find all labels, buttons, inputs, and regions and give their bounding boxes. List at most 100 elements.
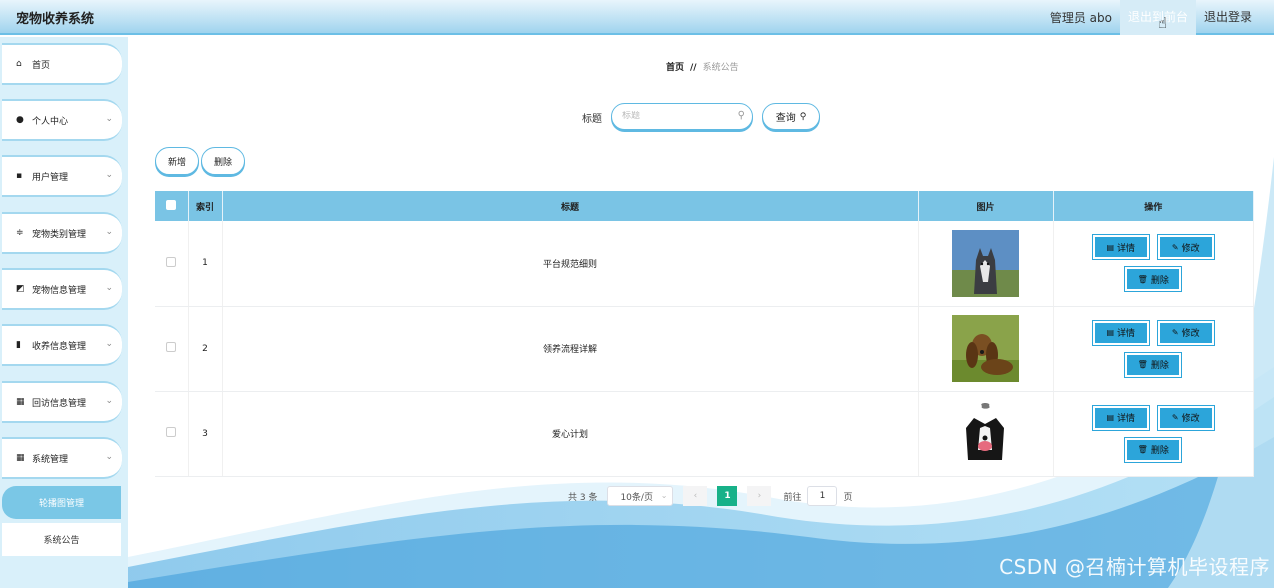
grid-icon: ▦ xyxy=(16,453,25,463)
sidebar-item-adoption-info[interactable]: ▮ 收养信息管理 ⌄ xyxy=(2,324,122,366)
row-actions-cell: ▤ 详情 ✎ 修改 🗑︎ 删除 xyxy=(1053,391,1254,477)
row-checkbox[interactable] xyxy=(166,256,177,267)
app-title: 宠物收养系统 xyxy=(16,12,95,27)
breadcrumb-home[interactable]: 首页 xyxy=(666,63,684,73)
table-row: 2 领养流程详解 ▤ 详情 ✎ 修改 🗑︎ 删除 xyxy=(155,306,1254,392)
row-actions-cell: ▤ 详情 ✎ 修改 🗑︎ 删除 xyxy=(1053,306,1254,392)
row-select-cell xyxy=(155,221,189,307)
pencil-icon: ✎ xyxy=(1171,242,1179,252)
pencil-icon: ✎ xyxy=(1171,413,1179,422)
detail-button[interactable]: ▤ 详情 xyxy=(1091,404,1150,431)
sidebar-subitem-carousel[interactable]: 轮播图管理 xyxy=(2,486,121,519)
sliders-icon: ≑ xyxy=(16,228,24,238)
select-all-checkbox[interactable] xyxy=(166,199,177,210)
batch-delete-button[interactable]: 删除 xyxy=(201,147,245,175)
row-checkbox[interactable] xyxy=(166,427,177,437)
edit-label: 修改 xyxy=(1181,414,1200,424)
pagination: 共 3 条 10条/页 ⌄ ‹ 1 › 前往 1 页 xyxy=(568,486,852,506)
table-row: 3 爱心计划 ▤ 详情 ✎ 修改 🗑︎ 删除 xyxy=(155,391,1254,477)
search-box[interactable]: ⚲ xyxy=(611,103,753,130)
pagination-total: 共 3 条 xyxy=(568,492,598,503)
trash-icon: 🗑︎ xyxy=(1137,360,1148,369)
row-index: 3 xyxy=(188,391,223,477)
row-image-cell xyxy=(918,391,1054,477)
document-icon: ▤ xyxy=(1106,328,1115,337)
detail-label: 详情 xyxy=(1117,329,1136,339)
delete-button[interactable]: 🗑︎ 删除 xyxy=(1124,351,1183,378)
goto-label: 前往 xyxy=(783,492,802,503)
edit-button[interactable]: ✎ 修改 xyxy=(1156,234,1215,261)
delete-label: 删除 xyxy=(1150,361,1169,371)
hand-cursor-icon: ☝ xyxy=(1158,14,1168,32)
breadcrumb-current: 系统公告 xyxy=(702,63,739,73)
sidebar-item-label: 系统管理 xyxy=(32,454,69,465)
sidebar-item-pet-category[interactable]: ≑ 宠物类别管理 ⌄ xyxy=(2,212,122,254)
add-button[interactable]: 新增 xyxy=(155,147,199,175)
page-suffix: 页 xyxy=(843,492,853,503)
sidebar-item-system-management[interactable]: ▦ 系统管理 ⌄ xyxy=(2,437,122,479)
chevron-down-icon: ⌄ xyxy=(105,283,113,293)
sidebar: ⌂ 首页 ● 个人中心 ⌄ ▪ 用户管理 ⌄ ≑ 宠物类别管理 ⌄ ◩ 宠物信息… xyxy=(0,37,128,588)
column-header-title: 标题 xyxy=(222,191,919,221)
detail-button[interactable]: ▤ 详情 xyxy=(1091,319,1150,346)
query-button[interactable]: 查询 ⚲ xyxy=(762,103,820,130)
select-all-header xyxy=(155,191,189,221)
sidebar-subitem-announcement[interactable]: 系统公告 xyxy=(2,523,121,556)
sidebar-item-visit-info[interactable]: ▦ 回访信息管理 ⌄ xyxy=(2,381,122,423)
row-actions-cell: ▤ 详情 ✎ 修改 🗑︎ 删除 xyxy=(1053,221,1254,307)
breadcrumb: 首页 // 系统公告 xyxy=(666,60,739,73)
husky-photo xyxy=(952,229,1019,297)
delete-label: 删除 xyxy=(1150,446,1169,456)
prev-page-button[interactable]: ‹ xyxy=(683,486,708,506)
page-number-current[interactable]: 1 xyxy=(717,486,738,506)
sidebar-item-pet-info[interactable]: ◩ 宠物信息管理 ⌄ xyxy=(2,268,122,310)
sidebar-item-home[interactable]: ⌂ 首页 xyxy=(2,43,122,85)
detail-button[interactable]: ▤ 详情 xyxy=(1091,234,1150,261)
sidebar-item-label: 个人中心 xyxy=(32,116,69,127)
chevron-down-icon: ⌄ xyxy=(105,452,113,462)
chevron-down-icon: ⌄ xyxy=(105,170,113,180)
logout-button[interactable]: 退出登录 xyxy=(1196,0,1260,35)
row-checkbox[interactable] xyxy=(166,342,177,352)
sidebar-item-personal-center[interactable]: ● 个人中心 ⌄ xyxy=(2,99,122,141)
query-button-label: 查询 xyxy=(775,113,796,124)
row-title: 平台规范细则 xyxy=(222,221,919,307)
spaniel-photo xyxy=(952,315,1019,382)
grid-icon: ▦ xyxy=(16,397,25,407)
top-bar: 宠物收养系统 管理员 abo 退出到前台 退出登录 xyxy=(0,0,1274,35)
edit-button[interactable]: ✎ 修改 xyxy=(1156,319,1215,346)
delete-button[interactable]: 🗑︎ 删除 xyxy=(1124,436,1183,463)
briefcase-icon: ▪ xyxy=(16,171,23,181)
search-label: 标题 xyxy=(582,114,602,125)
page-size-value: 10条/页 xyxy=(620,492,653,503)
delete-button[interactable]: 🗑︎ 删除 xyxy=(1124,266,1183,293)
search-icon: ⚲ xyxy=(737,110,745,121)
trash-icon: 🗑︎ xyxy=(1137,274,1148,284)
row-title: 领养流程详解 xyxy=(222,306,919,392)
row-title: 爱心计划 xyxy=(222,391,919,477)
row-image-cell xyxy=(918,306,1054,392)
pencil-icon: ✎ xyxy=(1171,328,1179,337)
chevron-down-icon: ⌄ xyxy=(105,396,113,406)
search-input[interactable] xyxy=(622,111,732,121)
page-size-select[interactable]: 10条/页 ⌄ xyxy=(607,486,674,506)
chevron-down-icon: ⌄ xyxy=(660,491,668,500)
row-image-cell xyxy=(918,221,1054,307)
column-header-image: 图片 xyxy=(918,191,1054,221)
goto-page-input[interactable]: 1 xyxy=(807,486,838,506)
border-collie-photo xyxy=(952,400,1019,467)
chevron-down-icon: ⌄ xyxy=(105,227,113,237)
chevron-right-icon: › xyxy=(757,491,762,501)
next-page-button[interactable]: › xyxy=(747,486,772,506)
column-header-index: 索引 xyxy=(188,191,223,221)
sidebar-item-label: 宠物类别管理 xyxy=(32,229,87,240)
row-select-cell xyxy=(155,391,189,477)
watermark: CSDN @召楠计算机毕设程序 xyxy=(999,555,1270,579)
main-content: 首页//系统公告 标题 ⚲ 查询⚲ 新增 删除 索引 标题 图片 操作 1 平台… xyxy=(128,37,1274,588)
edit-button[interactable]: ✎ 修改 xyxy=(1156,404,1215,431)
breadcrumb-separator: // xyxy=(690,63,697,73)
sidebar-item-label: 用户管理 xyxy=(32,172,69,183)
sidebar-item-user-management[interactable]: ▪ 用户管理 ⌄ xyxy=(2,155,122,197)
search-icon: ⚲ xyxy=(799,111,807,122)
row-select-cell xyxy=(155,306,189,392)
